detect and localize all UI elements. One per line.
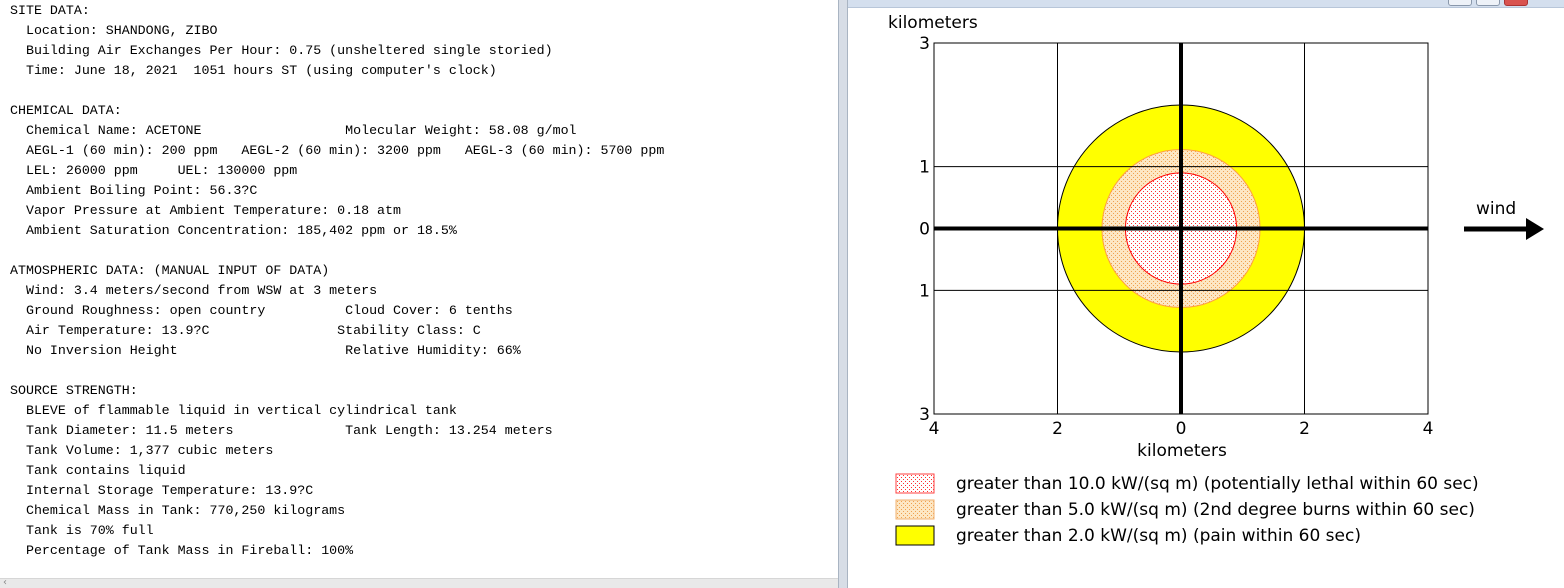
report-line [10,81,664,101]
y-tick-label: 0 [919,220,930,240]
legend: greater than 10.0 kW/(sq m) (potentially… [895,473,1479,546]
x-tick-label: 2 [1299,419,1310,439]
report-line: AEGL-1 (60 min): 200 ppm AEGL-2 (60 min)… [10,143,665,158]
report-line: Vapor Pressure at Ambient Temperature: 0… [10,203,401,218]
y-axis-label: kilometers [888,13,978,33]
chevron-left-icon[interactable]: ‹ [3,577,7,588]
x-tick-label: 4 [929,419,940,439]
report-line [10,241,664,261]
y-tick-label: 3 [919,34,930,54]
report-line: Tank Diameter: 11.5 meters Tank Length: … [10,423,553,438]
report-line: Time: June 18, 2021 1051 hours ST (using… [10,63,497,78]
report-line: LEL: 26000 ppm UEL: 130000 ppm [10,163,298,178]
x-tick-label: 2 [1052,419,1063,439]
x-tick-label: 0 [1176,419,1187,439]
wind-label: wind [1476,199,1516,219]
report-line: Air Temperature: 13.9?C Stability Class:… [10,323,481,338]
report-line: BLEVE of flammable liquid in vertical cy… [10,403,457,418]
y-tick-label: 1 [919,158,930,178]
report-line: Chemical Name: ACETONE Molecular Weight:… [10,123,577,138]
y-tick-label: 3 [919,405,930,425]
report-line: CHEMICAL DATA: [10,103,122,118]
legend-label: greater than 5.0 kW/(sq m) (2nd degree b… [956,500,1475,520]
threat-zone-pane: 4202431013 kilometers kilometers wind gr… [848,0,1564,588]
wind-arrow-icon [1526,218,1544,240]
text-summary-pane[interactable]: SITE DATA: Location: SHANDONG, ZIBO Buil… [0,0,838,588]
report-line: Chemical Mass in Tank: 770,250 kilograms [10,503,346,518]
report-line: No Inversion Height Relative Humidity: 6… [10,343,521,358]
x-tick-label: 4 [1423,419,1434,439]
legend-swatch [895,525,935,546]
report-line: ATMOSPHERIC DATA: (MANUAL INPUT OF DATA) [10,263,330,278]
report-line: Ambient Saturation Concentration: 185,40… [10,223,457,238]
legend-swatch [895,499,935,520]
report-line: Tank is 70% full [10,523,154,538]
report-line: Percentage of Tank Mass in Fireball: 100… [10,543,354,558]
report-line: Ground Roughness: open country Cloud Cov… [10,303,513,318]
threat-zone-plot: 4 2 0 2 431013 kilometers kilometers wind gr… [888,13,1544,546]
report-line: Building Air Exchanges Per Hour: 0.75 (u… [10,43,553,58]
report-line: Tank Volume: 1,377 cubic meters [10,443,274,458]
report-line: SITE DATA: [10,3,90,18]
pane-splitter[interactable] [838,0,848,588]
report-line: Internal Storage Temperature: 13.9?C [10,483,314,498]
legend-label: greater than 10.0 kW/(sq m) (potentially… [956,474,1479,494]
report-line: Wind: 3.4 meters/second from WSW at 3 me… [10,283,378,298]
wind-indicator: wind [1464,199,1544,240]
x-axis-label: kilometers [1137,441,1227,461]
report-text: SITE DATA: Location: SHANDONG, ZIBO Buil… [10,1,664,561]
legend-swatch [895,473,935,494]
y-tick-label: 1 [919,281,930,301]
report-line: SOURCE STRENGTH: [10,383,138,398]
report-line [10,361,664,381]
report-line: Location: SHANDONG, ZIBO [10,23,218,38]
report-line: Ambient Boiling Point: 56.3?C [10,183,258,198]
report-line: Tank contains liquid [10,463,186,478]
horizontal-scrollbar[interactable]: ‹ [0,577,838,588]
legend-label: greater than 2.0 kW/(sq m) (pain within … [956,526,1361,546]
